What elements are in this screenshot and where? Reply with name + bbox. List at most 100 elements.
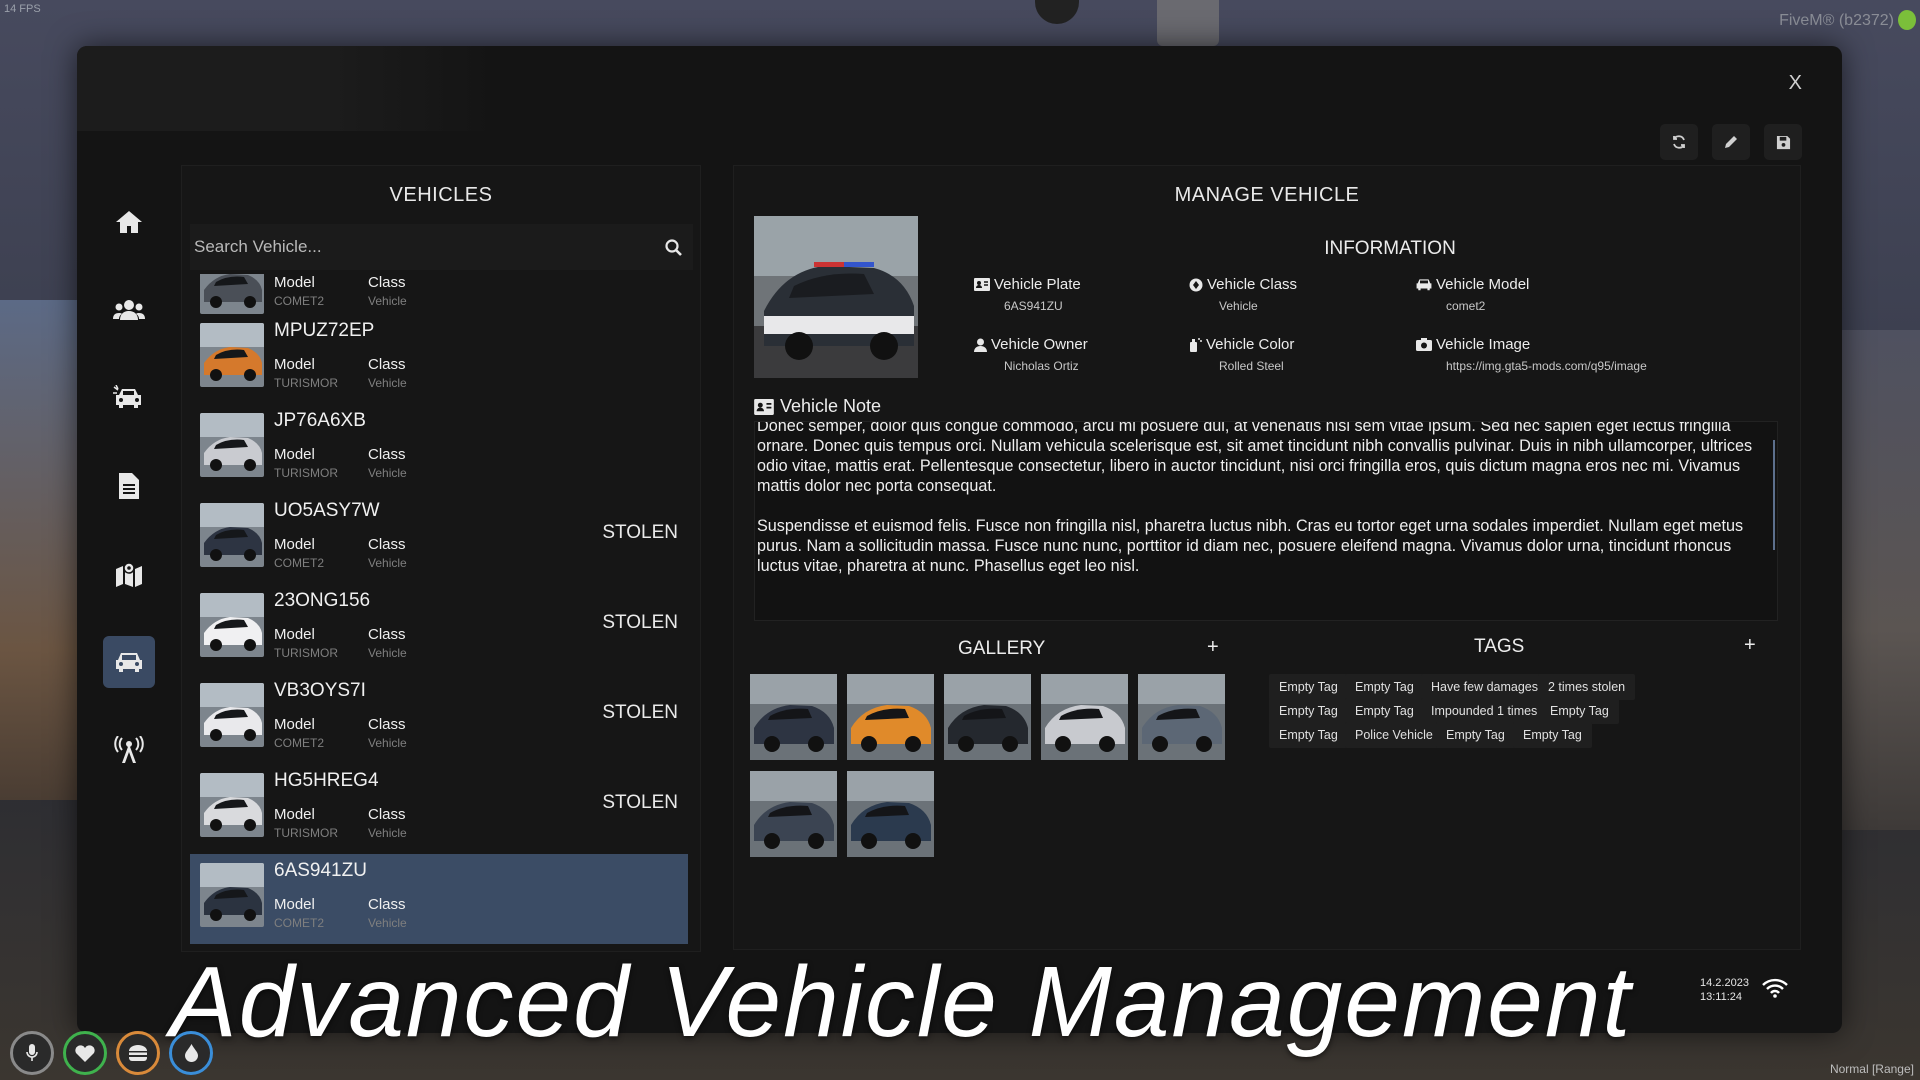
manage-vehicle-title: MANAGE VEHICLE <box>1174 184 1360 206</box>
model-value: COMET2 <box>274 294 325 308</box>
tag-chip[interactable]: Empty Tag <box>1513 722 1592 748</box>
sidebar-item-map[interactable] <box>103 548 155 600</box>
edit-button[interactable] <box>1712 124 1750 160</box>
vehicle-list-item[interactable]: MPUZ72EP Model Class TURISMOR Vehicle <box>190 314 688 404</box>
model-label: Model <box>274 806 315 823</box>
tags-add-button[interactable]: + <box>1744 634 1756 657</box>
class-label: Class <box>368 446 406 463</box>
model-value: comet2 <box>1446 299 1486 313</box>
gallery-image[interactable] <box>944 674 1031 760</box>
tag-chip[interactable]: Empty Tag <box>1436 722 1515 748</box>
tag-chip[interactable]: 2 times stolen <box>1538 674 1636 700</box>
sidebar-item-dispatch[interactable] <box>103 724 155 776</box>
car-crash-icon <box>113 385 141 408</box>
search-button[interactable] <box>653 238 693 256</box>
model-value: COMET2 <box>274 916 325 930</box>
clock-date: 14.2.2023 <box>1700 977 1749 989</box>
class-value: Vehicle <box>368 466 407 480</box>
class-value: Vehicle <box>368 736 407 750</box>
fivem-logo-icon <box>1898 10 1916 30</box>
tag-chip[interactable]: Police Vehicle <box>1345 722 1443 748</box>
tag-chip[interactable]: Empty Tag <box>1345 698 1424 724</box>
sidebar-item-users[interactable] <box>103 284 155 336</box>
refresh-button[interactable] <box>1660 124 1698 160</box>
class-label: Class <box>368 896 406 913</box>
spray-can-icon <box>1190 338 1202 352</box>
vehicle-note-label: Vehicle Note <box>780 396 882 416</box>
sidebar-item-incidents[interactable] <box>103 372 155 424</box>
stolen-badge: STOLEN <box>602 522 678 543</box>
class-value: Vehicle <box>1219 299 1258 313</box>
refresh-icon <box>1673 135 1685 149</box>
information-title: INFORMATION <box>1324 238 1456 259</box>
id-card-icon <box>754 398 774 415</box>
plate-value: 6AS941ZU <box>1004 299 1063 313</box>
vehicle-plate: HG5HREG4 <box>274 770 379 791</box>
vehicle-list-item[interactable]: Model Class COMET2 Vehicle <box>190 274 688 314</box>
vehicle-list-item[interactable]: 6AS941ZU Model Class COMET2 Vehicle <box>190 854 688 944</box>
model-value: TURISMOR <box>274 376 338 390</box>
gallery-add-button[interactable]: + <box>1207 636 1219 659</box>
model-label: Model <box>274 716 315 733</box>
tag-chip[interactable]: Have few damages <box>1421 674 1549 700</box>
users-icon <box>113 300 145 320</box>
tag-chip[interactable]: Empty Tag <box>1345 674 1424 700</box>
sidebar-item-vehicles[interactable] <box>103 636 155 688</box>
gallery-image[interactable] <box>750 674 837 760</box>
info-image: Vehicle Image https://img.gta5-mods.com/… <box>1416 336 1647 373</box>
vehicle-list-item[interactable]: UO5ASY7W Model Class COMET2 Vehicle STOL… <box>190 494 688 584</box>
search-input[interactable] <box>190 223 653 271</box>
wifi-icon <box>1762 978 1788 1003</box>
vehicle-list-item[interactable]: HG5HREG4 Model Class TURISMOR Vehicle ST… <box>190 764 688 854</box>
vehicle-plate: VB3OYS7I <box>274 680 366 701</box>
vehicle-thumbnail <box>200 863 264 927</box>
model-value: TURISMOR <box>274 826 338 840</box>
sidebar-item-home[interactable] <box>103 196 155 248</box>
vehicle-plate: 6AS941ZU <box>274 860 367 881</box>
tag-chip[interactable]: Empty Tag <box>1540 698 1619 724</box>
owner-value: Nicholas Ortiz <box>1004 359 1079 373</box>
save-button[interactable] <box>1764 124 1802 160</box>
hud-hunger <box>116 1031 160 1075</box>
vehicle-list-item[interactable]: JP76A6XB Model Class TURISMOR Vehicle <box>190 404 688 494</box>
clock: 14.2.2023 13:11:24 <box>1700 976 1749 1004</box>
voice-mode-status: Normal [Range] <box>1829 1062 1914 1076</box>
plate-label: Vehicle Plate <box>994 276 1081 293</box>
class-label: Class <box>368 356 406 373</box>
video-title-watermark: Advanced Vehicle Management <box>170 946 1633 1058</box>
hud-voice <box>10 1031 54 1075</box>
model-label: Vehicle Model <box>1436 276 1530 293</box>
model-value: TURISMOR <box>274 466 338 480</box>
class-label: Class <box>368 716 406 733</box>
gallery-image[interactable] <box>1138 674 1225 760</box>
vehicle-thumbnail <box>200 274 264 314</box>
info-model: Vehicle Model comet2 <box>1416 276 1529 313</box>
vehicle-list-item[interactable]: VB3OYS7I Model Class COMET2 Vehicle STOL… <box>190 674 688 764</box>
class-value: Vehicle <box>368 376 407 390</box>
gallery-image[interactable] <box>847 674 934 760</box>
stolen-badge: STOLEN <box>602 612 678 633</box>
vehicle-list: Model Class COMET2 Vehicle MPUZ72EP Mode… <box>190 274 688 948</box>
burger-icon <box>129 1045 147 1061</box>
tag-chip[interactable]: Empty Tag <box>1269 674 1348 700</box>
vehicle-note-textarea[interactable]: Donec semper, dolor quis congue commodo,… <box>754 421 1778 621</box>
stolen-badge: STOLEN <box>602 702 678 723</box>
note-scrollbar[interactable] <box>1773 440 1775 550</box>
gallery-image[interactable] <box>750 771 837 857</box>
class-icon <box>1189 278 1203 291</box>
gallery-image[interactable] <box>1041 674 1128 760</box>
gallery-image[interactable] <box>847 771 934 857</box>
tag-chip[interactable]: Impounded 1 times <box>1421 698 1548 724</box>
vehicle-note-heading: Vehicle Note <box>754 396 881 417</box>
class-value: Vehicle <box>368 294 407 308</box>
sidebar-item-reports[interactable] <box>103 460 155 512</box>
tag-chip[interactable]: Empty Tag <box>1269 698 1348 724</box>
fivem-build-label: FiveM® (b2372) <box>1779 12 1894 29</box>
vehicle-list-item[interactable]: 23ONG156 Model Class TURISMOR Vehicle ST… <box>190 584 688 674</box>
tag-chip[interactable]: Empty Tag <box>1269 722 1348 748</box>
vehicles-panel: VEHICLES Model Class COMET2 Vehicle <box>181 165 701 952</box>
heart-icon <box>75 1044 95 1062</box>
action-toolbar <box>1660 124 1802 160</box>
document-icon <box>119 473 139 499</box>
close-button[interactable]: X <box>1789 72 1802 95</box>
